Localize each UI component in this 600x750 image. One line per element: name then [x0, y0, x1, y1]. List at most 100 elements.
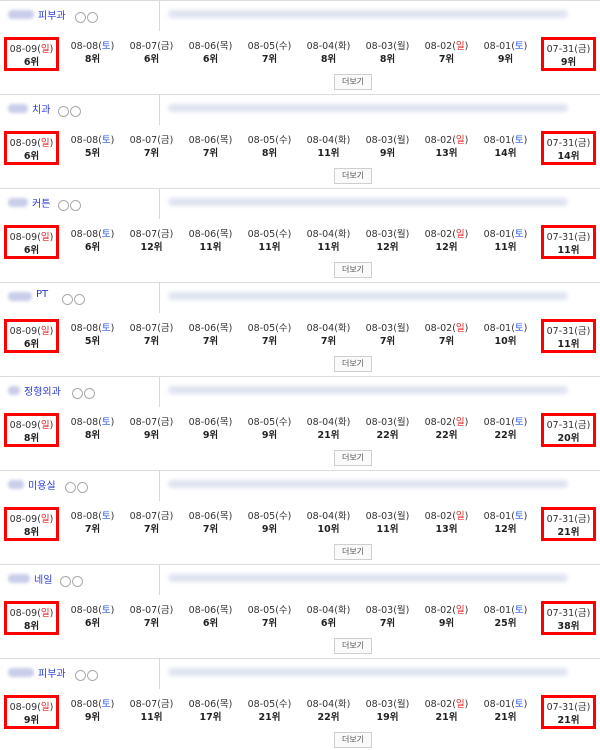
more-button[interactable]: 더보기 — [334, 450, 372, 466]
keyword-link[interactable]: 네일 — [34, 571, 52, 586]
date-text: 08-05( — [247, 699, 279, 710]
mobile-badge-icon — [58, 200, 69, 211]
more-button[interactable]: 더보기 — [334, 168, 372, 184]
paren: ) — [49, 514, 54, 525]
date-label: 08-05(수) — [240, 698, 299, 711]
more-button[interactable]: 더보기 — [334, 544, 372, 560]
redacted-url — [168, 574, 568, 582]
paren: ) — [287, 135, 292, 146]
paren: ) — [169, 699, 174, 710]
more-button[interactable]: 더보기 — [334, 74, 372, 90]
rank-value: 5위 — [84, 148, 101, 159]
paren: ) — [287, 605, 292, 616]
weekday: 목 — [219, 41, 229, 52]
redacted-location — [8, 292, 32, 301]
more-button[interactable]: 더보기 — [334, 262, 372, 278]
keyword-link[interactable]: 정형외과 — [24, 383, 61, 398]
weekday: 월 — [396, 699, 406, 710]
rank-value: 7위 — [143, 336, 160, 347]
rank-cell: 08-07(금) 9위 — [122, 413, 181, 447]
rank-cell: 08-02(일) 13위 — [417, 131, 476, 165]
highlighted-rank-cell: 07-31(금) 21위 — [541, 695, 596, 729]
rank-cell: 08-04(화) 7위 — [299, 319, 358, 353]
keyword-link[interactable]: 커튼 — [32, 195, 50, 210]
date-text: 08-05( — [247, 229, 279, 240]
rank-value: 9위 — [202, 430, 219, 441]
rank-cell: 08-07(금) 12위 — [122, 225, 181, 259]
rank-history-page: { "keywords": [ {"name": "피부과", "blur_wi… — [0, 0, 600, 750]
more-button[interactable]: 더보기 — [334, 638, 372, 654]
weekday: 금 — [160, 417, 170, 428]
date-label: 08-07(금) — [122, 604, 181, 617]
paren: ) — [110, 323, 115, 334]
date-text: 08-07( — [129, 605, 161, 616]
weekday: 월 — [396, 323, 406, 334]
rank-cell: 08-03(월) 7위 — [358, 601, 417, 635]
date-label: 08-07(금) — [122, 228, 181, 241]
daily-rank-row: 08-09(일) 8위 08-08(토) 8위 08-07(금) 9위 08-06(목) 9위… — [0, 413, 600, 447]
date-text: 08-02( — [424, 511, 456, 522]
weekday: 수 — [278, 323, 288, 334]
date-text: 08-04( — [306, 605, 338, 616]
rank-cell: 08-03(월) 8위 — [358, 37, 417, 71]
redacted-location — [8, 480, 24, 489]
keyword-cell: 피부과 — [0, 659, 160, 689]
mobile-badge-icon — [62, 294, 73, 305]
keyword-link[interactable]: 피부과 — [38, 7, 66, 22]
paren: ) — [228, 229, 233, 240]
keyword-link[interactable]: 피부과 — [38, 665, 66, 680]
pc-badge-icon — [77, 482, 88, 493]
weekday: 토 — [514, 41, 524, 52]
paren: ) — [523, 135, 528, 146]
daily-rank-row: 08-09(일) 6위 08-08(토) 6위 08-07(금) 12위 08-06(목) 1… — [0, 225, 600, 259]
paren: ) — [586, 44, 591, 55]
rank-cell: 08-08(토) 6위 — [63, 225, 122, 259]
rank-value: 11위 — [494, 242, 517, 253]
rank-value: 17위 — [199, 712, 222, 723]
device-badges — [58, 196, 82, 215]
keyword-link[interactable]: 치과 — [32, 101, 50, 116]
date-label: 08-02(일) — [417, 604, 476, 617]
paren: ) — [464, 41, 469, 52]
paren: ) — [287, 41, 292, 52]
keyword-rank-block: 피부과 08-09(일) 9위 08-08(토) 9위 08-07(금) 11위 08-06(… — [0, 658, 600, 749]
weekday: 토 — [101, 323, 111, 334]
rank-cell: 08-05(수) 9위 — [240, 413, 299, 447]
daily-rank-row: 08-09(일) 9위 08-08(토) 9위 08-07(금) 11위 08-06(목) 1… — [0, 695, 600, 729]
weekday: 금 — [577, 232, 587, 243]
rank-cell: 08-06(목) 6위 — [181, 601, 240, 635]
rank-cell: 08-05(수) 8위 — [240, 131, 299, 165]
date-label: 08-07(금) — [122, 40, 181, 53]
date-text: 08-04( — [306, 511, 338, 522]
weekday: 일 — [40, 138, 50, 149]
block-header: PT — [0, 283, 600, 313]
redacted-location — [8, 574, 30, 583]
date-label: 08-05(수) — [240, 228, 299, 241]
date-text: 08-02( — [424, 417, 456, 428]
weekday: 토 — [101, 511, 111, 522]
rank-cell: 08-04(화) 22위 — [299, 695, 358, 729]
weekday: 금 — [160, 605, 170, 616]
redacted-url — [168, 386, 568, 394]
keyword-link[interactable]: 미용실 — [28, 477, 56, 492]
rank-value: 8위 — [23, 433, 40, 444]
date-label: 08-09(일) — [7, 325, 56, 338]
weekday: 토 — [514, 323, 524, 334]
date-text: 08-06( — [188, 135, 220, 146]
paren: ) — [523, 229, 528, 240]
daily-rank-row: 08-09(일) 8위 08-08(토) 7위 08-07(금) 7위 08-06(목) 7위… — [0, 507, 600, 541]
paren: ) — [346, 323, 351, 334]
date-text: 08-04( — [306, 41, 338, 52]
date-label: 08-03(월) — [358, 322, 417, 335]
rank-value: 12위 — [435, 242, 458, 253]
keyword-link[interactable]: PT — [36, 289, 48, 300]
rank-cell: 08-01(토) 10위 — [476, 319, 535, 353]
rank-value: 9위 — [23, 715, 40, 726]
date-label: 08-08(토) — [63, 322, 122, 335]
paren: ) — [586, 138, 591, 149]
more-button[interactable]: 더보기 — [334, 356, 372, 372]
date-label: 08-04(화) — [299, 134, 358, 147]
date-text: 08-07( — [129, 135, 161, 146]
date-label: 08-06(목) — [181, 228, 240, 241]
more-button[interactable]: 더보기 — [334, 732, 372, 748]
